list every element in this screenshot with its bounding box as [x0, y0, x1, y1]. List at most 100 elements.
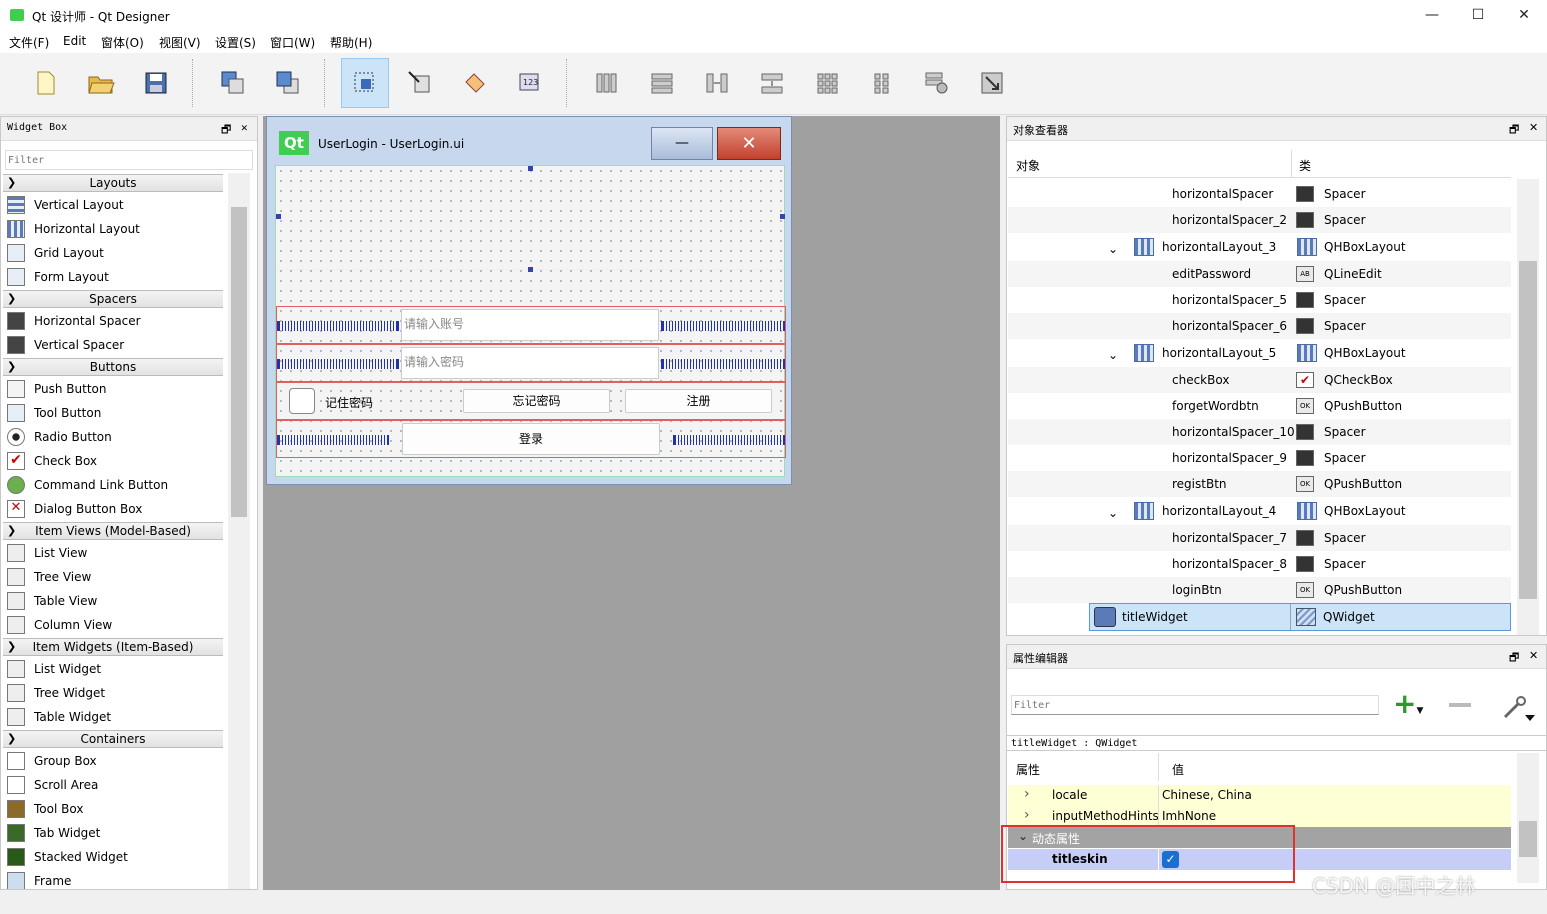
widget-command-link-button[interactable]: Command Link Button — [7, 473, 222, 497]
send-backward-icon[interactable] — [209, 58, 257, 108]
horizontal-spacer[interactable] — [673, 435, 785, 445]
category-spacers[interactable]: ❯ Spacers — [3, 290, 223, 308]
widget-scroll-area[interactable]: Scroll Area — [7, 773, 222, 797]
password-input[interactable]: 请输入密码 — [401, 347, 659, 379]
layout-v-splitter-icon[interactable] — [748, 58, 796, 108]
layout-h-splitter-icon[interactable] — [693, 58, 741, 108]
menu-edit[interactable]: Edit — [63, 34, 86, 48]
tree-row[interactable]: loginBtn OK QPushButton — [1008, 577, 1511, 603]
close-icon[interactable]: ✕ — [1529, 649, 1538, 662]
object-tree-scrollbar[interactable] — [1517, 179, 1539, 635]
widget-grid-layout[interactable]: Grid Layout — [7, 241, 222, 265]
menu-window[interactable]: 窗口(W) — [270, 34, 315, 51]
widget-filter-input[interactable] — [5, 150, 253, 170]
open-folder-icon[interactable] — [77, 58, 125, 108]
chevron-down-icon[interactable]: ⌄ — [1108, 242, 1118, 256]
edit-tab-order-icon[interactable]: 123 — [506, 58, 554, 108]
menu-file[interactable]: 文件(F) — [9, 34, 49, 51]
layout-form-icon[interactable] — [858, 58, 906, 108]
register-button[interactable]: 注册 — [625, 389, 772, 413]
widget-form-layout[interactable]: Form Layout — [7, 265, 222, 289]
forget-password-button[interactable]: 忘记密码 — [463, 389, 610, 413]
widget-dialog-button-box[interactable]: ✕ Dialog Button Box — [7, 497, 222, 521]
float-icon[interactable]: 🗗 — [1509, 121, 1519, 140]
chevron-right-icon[interactable]: › — [1024, 786, 1030, 802]
tree-row[interactable]: checkBox ✔ QCheckBox — [1008, 367, 1511, 393]
widget-vertical-spacer[interactable]: Vertical Spacer — [7, 333, 222, 357]
chevron-right-icon[interactable]: › — [1024, 807, 1030, 823]
column-value[interactable]: 值 — [1172, 761, 1184, 778]
edit-buddies-icon[interactable] — [451, 58, 499, 108]
category-layouts[interactable]: ❯ Layouts — [3, 174, 223, 192]
menu-help[interactable]: 帮助(H) — [330, 34, 372, 51]
close-icon[interactable]: ✕ — [241, 121, 248, 134]
tree-row[interactable]: ⌄ horizontalLayout_3 QHBoxLayout — [1008, 234, 1511, 260]
widget-box-scrollbar[interactable] — [228, 173, 250, 889]
menu-settings[interactable]: 设置(S) — [215, 34, 256, 51]
column-property[interactable]: 属性 — [1016, 761, 1040, 778]
tree-row[interactable]: horizontalSpacer_8 Spacer — [1008, 551, 1511, 577]
widget-vertical-layout[interactable]: Vertical Layout — [7, 193, 222, 217]
widget-tab-widget[interactable]: Tab Widget — [7, 821, 222, 845]
widget-table-widget[interactable]: Table Widget — [7, 705, 222, 729]
horizontal-spacer[interactable] — [277, 435, 389, 445]
tree-row[interactable]: editPassword AB QLineEdit — [1008, 261, 1511, 287]
widget-frame[interactable]: Frame — [7, 869, 222, 889]
horizontal-spacer[interactable] — [661, 321, 785, 331]
scrollbar-thumb[interactable] — [1519, 821, 1537, 857]
widget-tool-box[interactable]: Tool Box — [7, 797, 222, 821]
selection-handle[interactable] — [276, 214, 281, 219]
close-icon[interactable]: ✕ — [1529, 121, 1538, 134]
selection-handle[interactable] — [528, 166, 533, 171]
scrollbar-thumb[interactable] — [1519, 261, 1537, 599]
selection-handle[interactable] — [528, 267, 533, 272]
category-item-views[interactable]: ❯ Item Views (Model-Based) — [3, 522, 223, 540]
widget-tool-button[interactable]: Tool Button — [7, 401, 222, 425]
remove-property-icon[interactable] — [1449, 703, 1471, 707]
horizontal-spacer[interactable] — [277, 321, 399, 331]
tree-row-selected[interactable]: titleWidget QWidget — [1089, 603, 1511, 631]
tree-row[interactable]: horizontalSpacer_9 Spacer — [1008, 445, 1511, 471]
edit-signals-slots-icon[interactable] — [396, 58, 444, 108]
property-row-input-method-hints[interactable]: › inputMethodHints ImhNone — [1008, 806, 1511, 827]
menu-view[interactable]: 视图(V) — [159, 34, 201, 51]
bring-forward-icon[interactable] — [264, 58, 312, 108]
scrollbar-thumb[interactable] — [231, 207, 247, 517]
widget-radio-button[interactable]: Radio Button — [7, 425, 222, 449]
category-containers[interactable]: ❯ Containers — [3, 730, 223, 748]
account-input[interactable]: 请输入账号 — [401, 309, 659, 341]
add-property-icon[interactable]: +▼ — [1393, 689, 1429, 723]
column-class[interactable]: 类 — [1299, 157, 1311, 174]
widget-tree-view[interactable]: Tree View — [7, 565, 222, 589]
widget-column-view[interactable]: Column View — [7, 613, 222, 637]
tree-row[interactable]: ⌄ horizontalLayout_4 QHBoxLayout — [1008, 498, 1511, 524]
new-file-icon[interactable] — [22, 58, 70, 108]
widget-horizontal-spacer[interactable]: Horizontal Spacer — [7, 309, 222, 333]
tree-row[interactable]: horizontalSpacer_10 Spacer — [1008, 419, 1511, 445]
property-row-locale[interactable]: › locale Chinese, China — [1008, 785, 1511, 806]
widget-group-box[interactable]: Group Box — [7, 749, 222, 773]
tree-row[interactable]: registBtn OK QPushButton — [1008, 471, 1511, 497]
tree-row[interactable]: horizontalSpacer_2 Spacer — [1008, 207, 1511, 233]
adjust-size-icon[interactable] — [968, 58, 1016, 108]
form-window[interactable]: Qt UserLogin - UserLogin.ui — ✕ 请输入账号 请输… — [266, 116, 792, 485]
selection-handle[interactable] — [780, 214, 785, 219]
tree-row[interactable]: horizontalSpacer_5 Spacer — [1008, 287, 1511, 313]
layout-vertical-icon[interactable] — [638, 58, 686, 108]
minimize-button[interactable]: — — [1409, 0, 1455, 31]
property-scrollbar[interactable] — [1517, 753, 1539, 883]
horizontal-spacer[interactable] — [661, 359, 785, 369]
layout-grid-icon[interactable] — [803, 58, 851, 108]
maximize-button[interactable]: ☐ — [1455, 0, 1501, 31]
widget-tree-widget[interactable]: Tree Widget — [7, 681, 222, 705]
float-icon[interactable]: 🗗 — [221, 121, 231, 140]
tree-row[interactable]: ⌄ horizontalLayout_5 QHBoxLayout — [1008, 340, 1511, 366]
column-object[interactable]: 对象 — [1016, 157, 1040, 174]
chevron-down-icon[interactable]: ⌄ — [1108, 348, 1118, 362]
category-buttons[interactable]: ❯ Buttons — [3, 358, 223, 376]
float-icon[interactable]: 🗗 — [1509, 649, 1519, 668]
login-button[interactable]: 登录 — [402, 423, 660, 455]
category-item-widgets[interactable]: ❯ Item Widgets (Item-Based) — [3, 638, 223, 656]
break-layout-icon[interactable] — [913, 58, 961, 108]
widget-list-widget[interactable]: List Widget — [7, 657, 222, 681]
